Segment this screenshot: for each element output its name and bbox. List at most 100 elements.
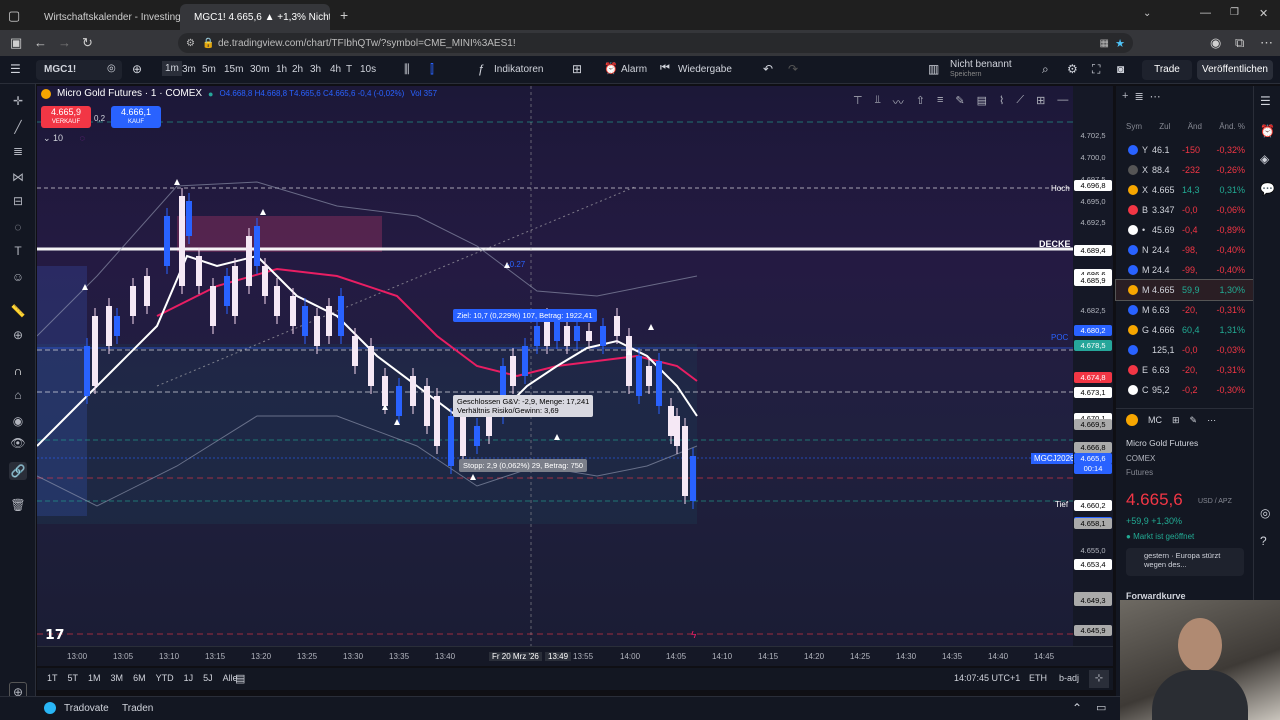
- ray-icon[interactable]: ⟋: [1016, 94, 1024, 110]
- interval-1h[interactable]: 1h: [276, 64, 287, 75]
- magnet-icon[interactable]: ∩: [9, 362, 27, 380]
- forward-icon[interactable]: →: [58, 35, 71, 50]
- chevron-down-icon[interactable]: ⌄: [1143, 8, 1151, 19]
- interval-10s[interactable]: 10s: [360, 64, 376, 75]
- clock-time[interactable]: 14:07:45 UTC+1: [954, 673, 1020, 683]
- edit-icon[interactable]: ✎: [1190, 415, 1198, 426]
- range-5T[interactable]: 5T: [68, 673, 79, 683]
- tv-menu-icon[interactable]: ☰: [10, 62, 21, 76]
- quantity-field[interactable]: ⌄ 10 ◌: [43, 133, 85, 144]
- broker-tab[interactable]: Tradovate: [64, 703, 109, 714]
- event-icon[interactable]: ϟ: [691, 630, 696, 641]
- interval-30m[interactable]: 30m: [250, 64, 269, 75]
- undo-icon[interactable]: ↶: [763, 62, 773, 76]
- range-1T[interactable]: 1T: [47, 673, 58, 683]
- pitchfork-icon[interactable]: ⫫: [875, 94, 881, 110]
- news-item[interactable]: gestern · Europa stürzt wegen des...: [1126, 548, 1244, 576]
- watchlist-row[interactable]: E 6.63 -20, -0,31%: [1116, 360, 1253, 380]
- tab-menu-icon[interactable]: ▢: [8, 8, 20, 24]
- measure-icon[interactable]: ⊞: [1036, 94, 1045, 110]
- interval-3m[interactable]: 3m: [182, 64, 196, 75]
- watchlist-col-Zul[interactable]: Zul: [1159, 122, 1170, 131]
- eye-icon[interactable]: 👁: [9, 434, 27, 452]
- layers-icon[interactable]: ◈: [1260, 152, 1269, 166]
- interval-5m[interactable]: 5m: [202, 64, 216, 75]
- interval-4h[interactable]: 4h: [330, 64, 341, 75]
- bookmark-star-icon[interactable]: ★: [1115, 37, 1125, 50]
- sidebar-icon[interactable]: ▣: [10, 35, 22, 51]
- sell-button[interactable]: 4.665,9 VERKAUF: [41, 106, 91, 128]
- brush-tool-icon[interactable]: ⌇: [999, 94, 1004, 110]
- channel-icon[interactable]: ▤: [977, 94, 987, 110]
- chat-icon[interactable]: 💬: [1260, 182, 1275, 196]
- indicators-button[interactable]: Indikatoren: [494, 64, 543, 75]
- watchlist-row[interactable]: C 95,2 -0,2 -0,30%: [1116, 380, 1253, 400]
- watchlist-col-Änd. %[interactable]: Änd. %: [1219, 122, 1245, 131]
- publish-button[interactable]: Veröffentlichen: [1197, 60, 1273, 80]
- interval-2h[interactable]: 2h: [292, 64, 303, 75]
- target-icon[interactable]: ◎: [1260, 506, 1270, 520]
- date-range-icon[interactable]: ▤: [235, 672, 245, 685]
- help-icon[interactable]: ?: [1260, 534, 1267, 548]
- grid-icon[interactable]: ⊞: [1172, 415, 1180, 426]
- time-axis[interactable]: 13:00 13:05 13:10 13:15 13:20 13:25 13:30 13:35…: [37, 646, 1113, 666]
- watchlist-row[interactable]: G 4.666 60,4 1,31%: [1116, 320, 1253, 340]
- add-symbol-icon[interactable]: ⊕: [132, 62, 142, 76]
- chart-pane[interactable]: Micro Gold Futures · 1 · COMEX ● O4.668,…: [37, 86, 1113, 666]
- brush-icon[interactable]: ◌: [9, 218, 27, 236]
- more-icon[interactable]: ⋯: [1260, 35, 1273, 51]
- collapse-icon[interactable]: ⌃: [1072, 701, 1082, 715]
- lines-icon[interactable]: ≡: [937, 94, 943, 110]
- range-5J[interactable]: 5J: [203, 673, 213, 683]
- trade-tab[interactable]: Traden: [122, 703, 153, 714]
- settings-icon[interactable]: ⚙: [1067, 62, 1078, 76]
- back-icon[interactable]: ←: [34, 35, 47, 50]
- search-icon[interactable]: ⌕: [1042, 62, 1049, 77]
- interval-3h[interactable]: 3h: [310, 64, 321, 75]
- crosshair-icon[interactable]: ✛: [9, 92, 27, 110]
- interval-15m[interactable]: 15m: [224, 64, 243, 75]
- maximize-icon[interactable]: ❐: [1230, 7, 1239, 18]
- zoom-icon[interactable]: ⊕: [9, 326, 27, 344]
- hline-icon[interactable]: —: [1057, 94, 1068, 110]
- screenshot-icon[interactable]: ▦: [1100, 38, 1109, 49]
- alerts-icon[interactable]: ⏰: [1260, 124, 1275, 138]
- link-icon[interactable]: 🔗: [9, 462, 27, 480]
- watchlist-row[interactable]: X 88.4 -232 -0,26%: [1116, 160, 1253, 180]
- profile-icon[interactable]: ◉: [1210, 35, 1221, 51]
- range-1J[interactable]: 1J: [184, 673, 194, 683]
- watchlist-row[interactable]: X 4.665 14,3 0,31%: [1116, 180, 1253, 200]
- watchlist-row[interactable]: M 4.665 59,9 1,30%: [1115, 279, 1254, 301]
- trendline-icon[interactable]: ╱: [9, 118, 27, 136]
- price-chart[interactable]: [37, 86, 1113, 646]
- reload-icon[interactable]: ↻: [82, 35, 93, 51]
- minimize-icon[interactable]: —: [1200, 7, 1211, 19]
- trade-button[interactable]: Trade: [1142, 60, 1192, 80]
- add-icon[interactable]: +: [1122, 90, 1128, 122]
- adjust-toggle[interactable]: b-adj: [1059, 673, 1079, 683]
- alarm-button[interactable]: Alarm: [621, 64, 647, 75]
- session-toggle[interactable]: ETH: [1029, 673, 1047, 683]
- candles-icon[interactable]: ⫿: [430, 62, 434, 77]
- interval-1m[interactable]: 1m: [162, 61, 182, 76]
- chart-settings-icon[interactable]: ⊹: [1089, 670, 1109, 688]
- layout-icon[interactable]: ▥: [928, 62, 939, 76]
- watchlist-row[interactable]: M 24.4 -99, -0,40%: [1116, 260, 1253, 280]
- bar-style-icon[interactable]: ⫼: [404, 62, 410, 77]
- replay-icon[interactable]: ⏮: [660, 62, 670, 75]
- camera-icon[interactable]: ◙: [1117, 62, 1124, 76]
- interval-T[interactable]: T: [346, 64, 352, 75]
- watchlist-icon[interactable]: ☰: [1260, 94, 1271, 108]
- replay-button[interactable]: Wiedergabe: [678, 64, 732, 75]
- fullscreen-icon[interactable]: ⛶: [1092, 62, 1100, 77]
- order-result-label[interactable]: Geschlossen G&V: -2,9, Menge: 17,241 Ver…: [453, 395, 594, 417]
- emoji-icon[interactable]: ☺: [9, 268, 27, 286]
- order-target-label[interactable]: Ziel: 10,7 (0,229%) 107, Betrag: 1922,41: [453, 309, 597, 322]
- watchlist-row[interactable]: M 6.63 -20, -0,31%: [1116, 300, 1253, 320]
- maximize-panel-icon[interactable]: ▭: [1096, 701, 1106, 714]
- watchlist-col-Sym[interactable]: Sym: [1126, 122, 1142, 131]
- watchlist-row[interactable]: • 45.69 -0,4 -0,89%: [1116, 220, 1253, 240]
- arrow-up-icon[interactable]: ⇧: [916, 94, 925, 110]
- pattern-icon[interactable]: ⋈: [9, 168, 27, 186]
- buy-button[interactable]: 4.666,1 KAUF: [111, 106, 161, 128]
